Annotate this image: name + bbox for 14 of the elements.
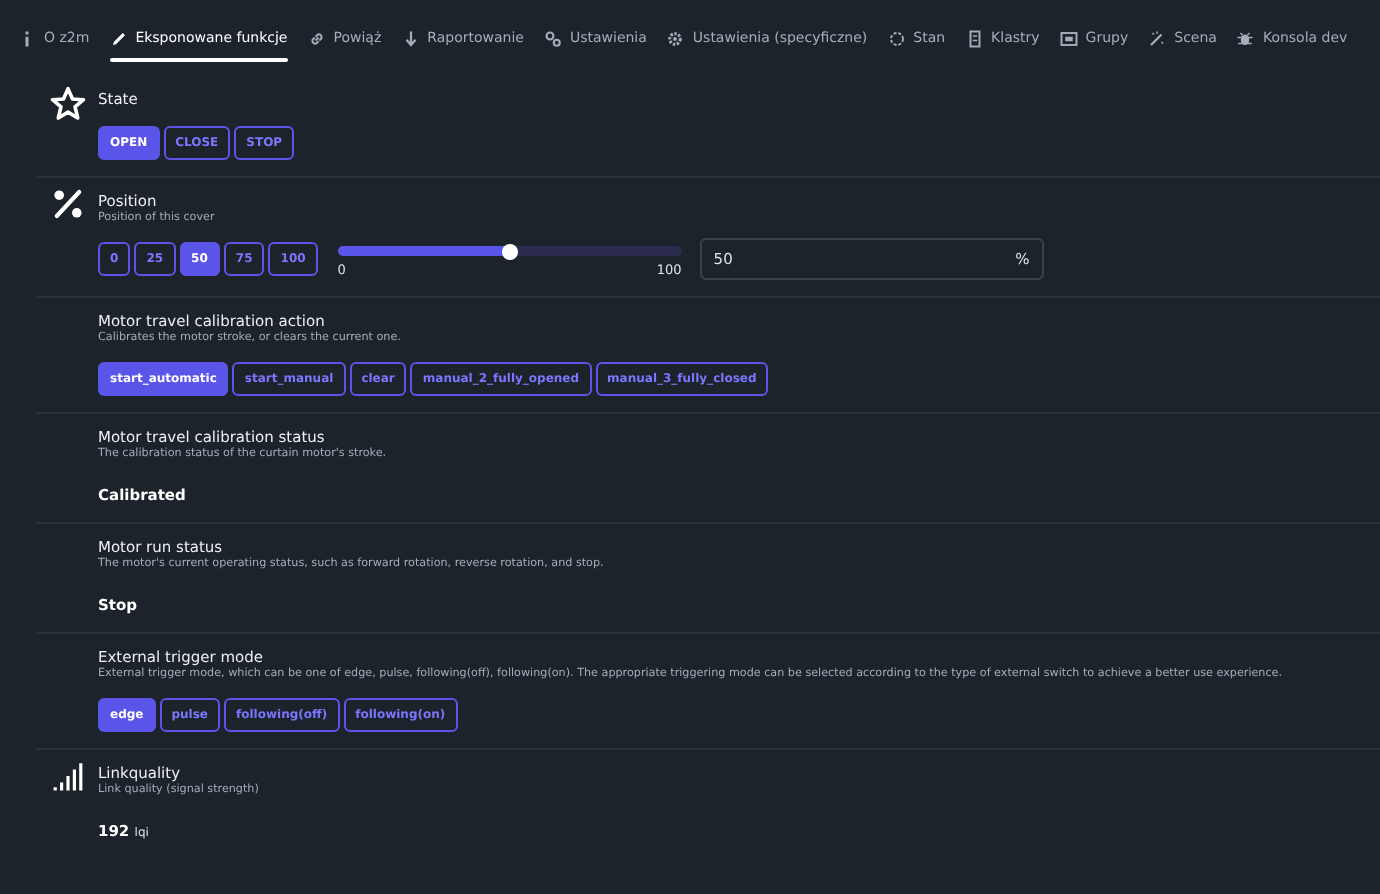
wand-icon (1148, 29, 1167, 47)
refresh-icon (887, 29, 906, 47)
window-icon (1059, 29, 1078, 47)
percent-icon (51, 188, 83, 220)
signal-icon (51, 760, 83, 792)
gears-icon (543, 29, 562, 47)
slider[interactable] (337, 246, 682, 256)
bug-icon (1236, 29, 1255, 47)
link-icon (307, 29, 326, 47)
star-icon (49, 86, 85, 122)
pencil-icon (109, 29, 128, 47)
server-icon (965, 29, 984, 47)
gear-icon (666, 29, 685, 47)
download-icon (401, 29, 420, 47)
